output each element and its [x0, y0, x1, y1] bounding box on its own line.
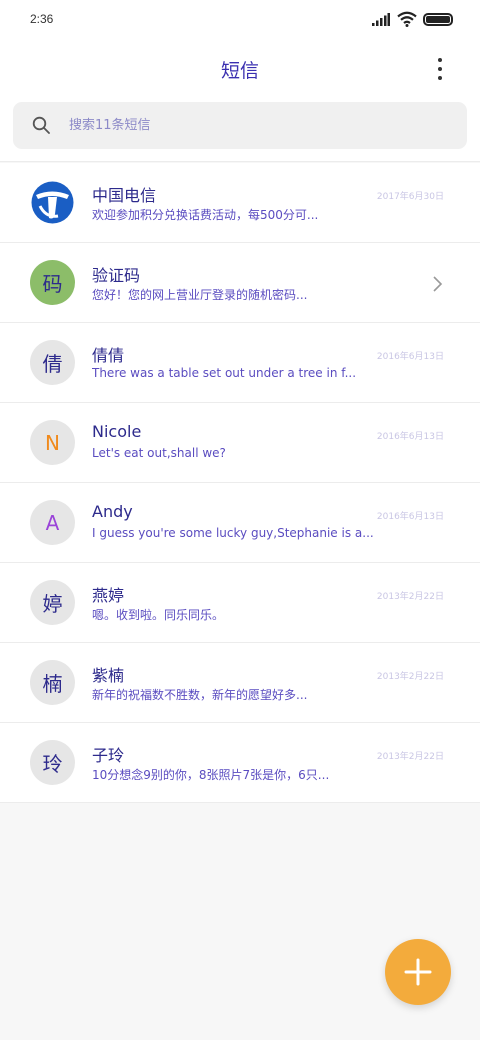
plus-icon — [404, 958, 432, 986]
avatar: 玲 — [30, 740, 75, 785]
chevron-right-icon[interactable] — [432, 275, 444, 293]
avatar: 倩 — [30, 340, 75, 385]
wifi-icon — [397, 11, 417, 27]
message-snippet: 欢迎参加积分兑换话费活动，每500分可... — [92, 208, 319, 222]
search-bar[interactable] — [13, 102, 467, 149]
contact-name: 验证码 — [92, 266, 141, 285]
avatar — [30, 180, 75, 225]
message-snippet: I guess you're some lucky guy,Stephanie … — [92, 526, 374, 540]
conversation-row[interactable]: 婷 燕婷 2013年2月22日 嗯。收到啦。同乐同乐。 — [0, 563, 480, 643]
contact-name: Nicole — [92, 422, 142, 441]
avatar: 码 — [30, 260, 75, 305]
avatar: N — [30, 420, 75, 465]
avatar: 楠 — [30, 660, 75, 705]
conversation-row[interactable]: 码 验证码 您好！您的网上营业厅登录的随机密码... — [0, 243, 480, 323]
conversation-row[interactable]: 玲 子玲 2013年2月22日 10分想念9别的你，8张照片7张是你，6只... — [0, 723, 480, 803]
message-date: 2016年6月13日 — [376, 352, 444, 362]
message-snippet: Let's eat out,shall we? — [92, 446, 226, 460]
battery-icon — [423, 13, 453, 26]
conversation-row[interactable]: 楠 紫楠 2013年2月22日 新年的祝福数不胜数，新年的愿望好多... — [0, 643, 480, 723]
contact-name: Andy — [92, 502, 133, 521]
message-snippet: There was a table set out under a tree i… — [92, 366, 357, 380]
status-time: 2:36 — [30, 12, 54, 26]
message-date: 2013年2月22日 — [376, 752, 444, 762]
message-date: 2013年2月22日 — [376, 592, 444, 602]
contact-name: 倩倩 — [92, 346, 125, 365]
search-input[interactable] — [69, 102, 449, 149]
conversation-row[interactable]: 中国电信 2017年6月30日 欢迎参加积分兑换话费活动，每500分可... — [0, 163, 480, 243]
app-header: 短信 — [0, 40, 480, 162]
china-telecom-logo-icon — [31, 181, 74, 224]
avatar: A — [30, 500, 75, 545]
conversation-row[interactable]: 倩 倩倩 2016年6月13日 There was a table set ou… — [0, 323, 480, 403]
message-snippet: 嗯。收到啦。同乐同乐。 — [92, 608, 225, 622]
contact-name: 紫楠 — [92, 666, 125, 685]
message-date: 2017年6月30日 — [376, 192, 444, 202]
new-message-button[interactable] — [385, 939, 451, 1005]
signal-icon — [372, 13, 390, 26]
status-bar: 2:36 — [0, 0, 480, 40]
avatar: 婷 — [30, 580, 75, 625]
message-snippet: 10分想念9别的你，8张照片7张是你，6只... — [92, 768, 330, 782]
conversation-list: 中国电信 2017年6月30日 欢迎参加积分兑换话费活动，每500分可... 码… — [0, 163, 480, 803]
contact-name: 子玲 — [92, 746, 125, 765]
message-date: 2016年6月13日 — [376, 512, 444, 522]
contact-name: 燕婷 — [92, 586, 125, 605]
more-vertical-icon[interactable] — [425, 54, 455, 84]
message-snippet: 新年的祝福数不胜数，新年的愿望好多... — [92, 688, 308, 702]
message-date: 2013年2月22日 — [376, 672, 444, 682]
conversation-row[interactable]: N Nicole 2016年6月13日 Let's eat out,shall … — [0, 403, 480, 483]
conversation-row[interactable]: A Andy 2016年6月13日 I guess you're some lu… — [0, 483, 480, 563]
message-snippet: 您好！您的网上营业厅登录的随机密码... — [92, 288, 308, 302]
page-title: 短信 — [220, 60, 259, 82]
message-date: 2016年6月13日 — [376, 432, 444, 442]
contact-name: 中国电信 — [92, 186, 157, 205]
search-icon — [32, 116, 50, 134]
